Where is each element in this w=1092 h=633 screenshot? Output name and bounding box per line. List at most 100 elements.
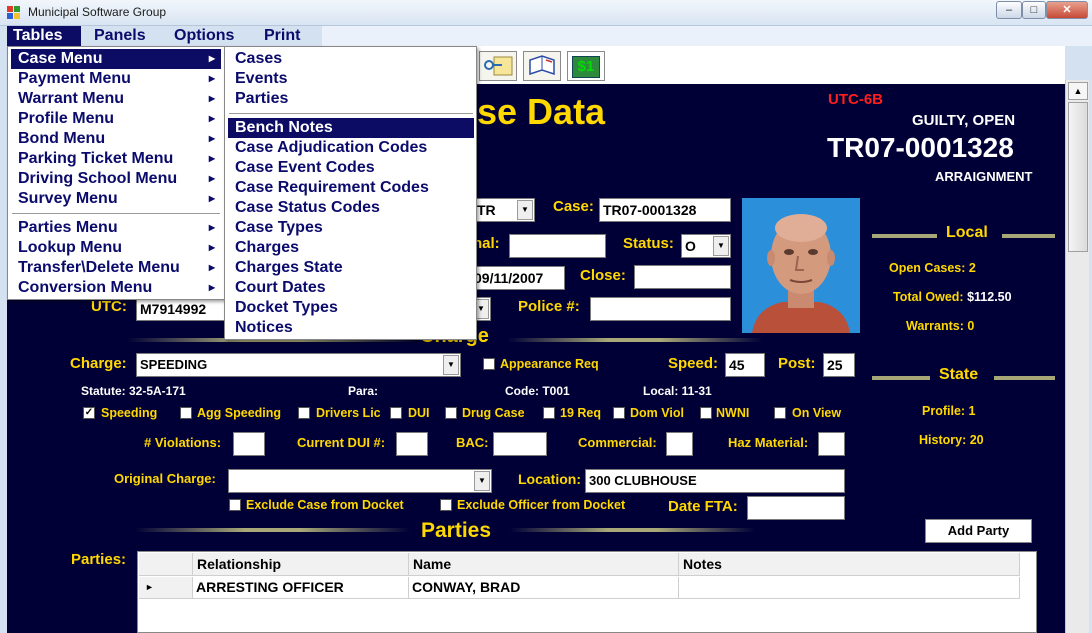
profile-label: Profile: 1 [922,404,976,418]
row-selector-icon[interactable]: ► [139,577,193,599]
exclude-case-checkbox[interactable] [229,499,241,511]
dui-checkbox[interactable] [390,407,402,419]
case-stage: ARRAIGNMENT [935,169,1033,184]
menu-item-lookup-menu[interactable]: Lookup Menu ▶ [11,238,221,258]
dui-number-field[interactable] [396,432,428,456]
original-charge-select[interactable]: ▼ [228,469,492,493]
code-text: Code: T001 [505,384,570,398]
scroll-thumb[interactable] [1068,102,1088,252]
on-view-checkbox[interactable] [774,407,786,419]
menu-item-profile-menu[interactable]: Profile Menu ▶ [11,109,221,129]
menu-separator [12,213,220,214]
menu-item-parties-menu[interactable]: Parties Menu ▶ [11,218,221,238]
menu-item-docket-types[interactable]: Docket Types [228,298,474,318]
column-header-relationship[interactable]: Relationship [193,553,409,576]
column-header-notes[interactable]: Notes [679,553,1020,576]
minimize-button[interactable]: – [996,1,1022,19]
menu-item-notices[interactable]: Notices [228,318,474,338]
parties-label: Parties: [71,551,127,568]
local-rule-left [872,234,937,238]
violations-label: # Violations: [144,435,222,450]
table-row-relationship[interactable]: ARRESTING OFFICER [193,577,409,599]
police-label: Police #: [518,298,580,315]
menu-item-bench-notes[interactable]: Bench Notes [228,118,474,138]
table-row-name[interactable]: CONWAY, BRAD [409,577,679,599]
menu-item-case-status-codes[interactable]: Case Status Codes [228,198,474,218]
speed-field[interactable]: 45 [725,353,765,377]
notebook-icon[interactable] [523,51,561,81]
menu-item-cases[interactable]: Cases [228,49,474,69]
menu-item-case-menu[interactable]: Case Menu ▶ [11,49,221,69]
menu-print[interactable]: Print [258,26,306,46]
menu-item-parking-ticket-menu[interactable]: Parking Ticket Menu ▶ [11,149,221,169]
table-row-notes[interactable] [679,577,1020,599]
menu-separator [229,113,473,114]
date-field[interactable]: 09/11/2007 [473,266,565,290]
menu-item-bond-menu[interactable]: Bond Menu ▶ [11,129,221,149]
agg-speeding-checkbox[interactable] [180,407,192,419]
parties-rule-right [510,528,755,532]
close-field[interactable] [634,265,731,289]
menu-item-payment-menu[interactable]: Payment Menu ▶ [11,69,221,89]
charge-select[interactable]: SPEEDING ▼ [136,353,461,377]
bac-field[interactable] [493,432,547,456]
menu-item-survey-menu[interactable]: Survey Menu ▶ [11,189,221,209]
close-button[interactable]: ✕ [1046,1,1088,19]
menu-item-events[interactable]: Events [228,69,474,89]
nwni-checkbox[interactable] [700,407,712,419]
key-note-icon[interactable] [479,51,517,81]
case-status-text: GUILTY, OPEN [912,112,1016,129]
violations-field[interactable] [233,432,265,456]
case-type-select[interactable]: TR ▼ [473,198,535,222]
menu-item-driving-school-menu[interactable]: Driving School Menu ▶ [11,169,221,189]
dom-viol-checkbox[interactable] [613,407,625,419]
police-field[interactable] [590,297,731,321]
column-header-name[interactable]: Name [409,553,679,576]
menu-tables[interactable]: Tables [7,26,81,46]
menu-item-court-dates[interactable]: Court Dates [228,278,474,298]
submenu-arrow-icon: ▶ [208,223,215,232]
state-rule-left [872,376,930,380]
post-field[interactable]: 25 [823,353,855,377]
appearance-req-checkbox[interactable] [483,358,495,370]
case-field[interactable]: TR07-0001328 [599,198,731,222]
menu-panels[interactable]: Panels [88,26,152,46]
status-select[interactable]: O ▼ [681,234,731,258]
location-field[interactable]: 300 CLUBHOUSE [585,469,845,493]
date-fta-field[interactable] [747,496,845,520]
chevron-down-icon: ▼ [443,355,459,375]
total-owed-label: Total Owed: $112.50 [893,290,1012,304]
menu-item-case-requirement-codes[interactable]: Case Requirement Codes [228,178,474,198]
vertical-scrollbar[interactable]: ▲ [1065,80,1089,633]
on-view-label: On View [792,406,842,420]
nal-field[interactable] [509,234,606,258]
menu-item-parties[interactable]: Parties [228,89,474,109]
scroll-up-icon[interactable]: ▲ [1068,82,1088,100]
maximize-button[interactable]: □ [1022,1,1046,19]
case-label: Case: [553,198,594,215]
menu-item-transfer-delete-menu[interactable]: Transfer\Delete Menu ▶ [11,258,221,278]
menu-bar: Tables Panels Options Print [0,26,1092,46]
speeding-checkbox[interactable]: ✓ [83,407,95,419]
menu-item-warrant-menu[interactable]: Warrant Menu ▶ [11,89,221,109]
exclude-officer-checkbox[interactable] [440,499,452,511]
haz-material-field[interactable] [818,432,845,456]
drug-case-checkbox[interactable] [445,407,457,419]
menu-options[interactable]: Options [168,26,240,46]
appearance-req-label: Appearance Req [500,357,599,371]
menu-item-charges-state[interactable]: Charges State [228,258,474,278]
add-party-button[interactable]: Add Party [925,519,1032,543]
parties-rule-left [135,528,410,532]
19-req-checkbox[interactable] [543,407,555,419]
utc-field[interactable]: M7914992 [136,297,226,321]
charge-label: Charge: [70,355,127,372]
drivers-lic-checkbox[interactable] [298,407,310,419]
menu-item-case-types[interactable]: Case Types [228,218,474,238]
utc-label: UTC: [91,298,127,315]
menu-item-charges[interactable]: Charges [228,238,474,258]
money-icon[interactable]: $1 [567,51,605,81]
menu-item-case-event-codes[interactable]: Case Event Codes [228,158,474,178]
commercial-field[interactable] [666,432,693,456]
menu-item-conversion-menu[interactable]: Conversion Menu ▶ [11,278,221,298]
menu-item-case-adjudication-codes[interactable]: Case Adjudication Codes [228,138,474,158]
